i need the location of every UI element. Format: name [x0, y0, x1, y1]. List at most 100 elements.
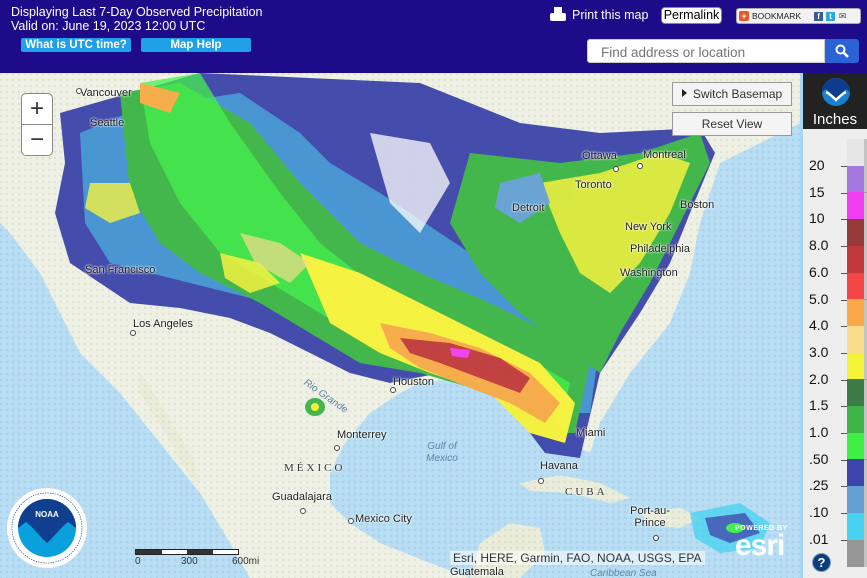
place-label: Montreal — [643, 149, 686, 161]
place-label: Miami — [576, 427, 606, 439]
place-label: Port-au-Prince — [630, 505, 670, 529]
caret-right-icon — [681, 89, 687, 97]
switch-basemap-label: Switch Basemap — [692, 87, 783, 101]
legend-label: .50 — [809, 450, 829, 467]
legend-label: 1.5 — [809, 397, 829, 414]
water-label: Caribbean Sea — [590, 568, 657, 578]
city-marker — [613, 166, 619, 172]
facebook-icon[interactable]: f — [814, 11, 824, 21]
place-label: Guatemala — [450, 566, 504, 578]
zoom-control: + − — [21, 93, 53, 156]
bookmark-button[interactable]: + BOOKMARK f t ✉ — [736, 8, 861, 24]
permalink-button[interactable]: Permalink — [661, 7, 722, 24]
place-label: Mexico City — [355, 513, 412, 525]
map-title: Displaying Last 7-Day Observed Precipita… — [11, 5, 263, 19]
legend-swatch — [847, 192, 867, 220]
esri-wordmark: esri — [735, 529, 785, 562]
zoom-out-button[interactable]: − — [22, 125, 52, 155]
legend-swatch — [847, 459, 867, 487]
svg-text:NOAA: NOAA — [35, 510, 59, 519]
esri-logo[interactable]: POWERED BY esri — [735, 525, 788, 562]
place-label: Monterrey — [337, 429, 387, 441]
legend-swatch — [847, 406, 867, 433]
legend-label: 5.0 — [809, 290, 829, 307]
legend-swatch — [847, 139, 867, 166]
legend-label: 3.0 — [809, 343, 829, 360]
place-label: Boston — [680, 199, 715, 211]
printer-icon — [550, 7, 566, 23]
noaa-logo[interactable]: NOAA — [6, 487, 88, 569]
noaa-small-logo — [822, 78, 850, 106]
legend-label: 15 — [809, 183, 825, 200]
legend-label: 20 — [809, 157, 825, 173]
legend-label: .01 — [809, 530, 829, 547]
city-marker — [538, 478, 544, 484]
city-marker — [300, 508, 306, 514]
water-label: Gulf of Mexico — [426, 441, 458, 464]
place-label: Toronto — [575, 179, 612, 191]
city-marker — [653, 535, 659, 541]
map-help-button[interactable]: Map Help — [141, 38, 251, 52]
place-label: Ottawa — [582, 150, 617, 162]
place-label: Guadalajara — [272, 491, 332, 503]
legend-swatch — [847, 352, 867, 380]
legend-swatch — [847, 539, 867, 567]
city-marker — [130, 330, 136, 336]
twitter-icon[interactable]: t — [826, 11, 836, 21]
city-marker — [637, 163, 643, 169]
scale-label: 0 — [135, 556, 141, 567]
legend-swatch — [847, 432, 867, 460]
legend-swatch — [847, 219, 867, 247]
place-label: San Francisco — [85, 264, 156, 276]
switch-basemap-button[interactable]: Switch Basemap — [672, 82, 792, 106]
legend-swatch — [847, 486, 867, 514]
search-icon — [835, 44, 849, 58]
city-marker — [348, 518, 354, 524]
legend-label: 8.0 — [809, 237, 829, 254]
valid-time: Valid on: June 19, 2023 12:00 UTC — [11, 19, 206, 33]
what-is-utc-button[interactable]: What is UTC time? — [21, 38, 131, 52]
city-marker — [334, 445, 340, 451]
header-bar: Displaying Last 7-Day Observed Precipita… — [0, 0, 867, 73]
place-label: New York — [625, 221, 672, 233]
location-search-input[interactable] — [587, 39, 825, 63]
map-view[interactable]: Vancouver Seattle San Francisco Los Ange… — [0, 73, 800, 578]
legend-label: 6.0 — [809, 263, 829, 280]
place-label: Houston — [393, 376, 434, 388]
reset-view-button[interactable]: Reset View — [672, 112, 792, 136]
legend-label: .10 — [809, 504, 829, 521]
print-map-link[interactable]: Print this map — [550, 7, 648, 23]
place-label: Vancouver — [80, 87, 132, 99]
legend-label: 1.0 — [809, 424, 829, 440]
legend-label: 10 — [809, 210, 825, 227]
addthis-plus-icon: + — [739, 11, 749, 21]
legend-label: 4.0 — [809, 317, 829, 334]
zoom-in-button[interactable]: + — [22, 94, 52, 125]
legend-swatch — [847, 165, 867, 193]
country-label: CUBA — [565, 486, 608, 498]
bookmark-label: BOOKMARK — [752, 11, 802, 21]
place-label: Los Angeles — [133, 318, 193, 330]
print-label: Print this map — [572, 8, 649, 22]
place-label: Havana — [540, 460, 578, 472]
place-label: Seattle — [90, 117, 125, 129]
legend-swatch — [847, 512, 867, 540]
map-attribution: Esri, HERE, Garmin, FAO, NOAA, USGS, EPA — [450, 551, 705, 565]
legend-label: 2.0 — [809, 370, 829, 387]
scale-bar: 0 300 600mi — [135, 549, 275, 567]
email-icon[interactable]: ✉ — [838, 11, 847, 21]
place-label: Detroit — [512, 202, 545, 214]
country-label: MÉXICO — [284, 462, 346, 474]
scale-label: 600mi — [232, 556, 260, 567]
precipitation-legend: Inches 20 15 10 8.0 6.0 5.0 4.0 3.0 2.0 1.5 1.0 .50… — [800, 73, 867, 578]
legend-swatch — [847, 325, 867, 353]
place-label: Philadelphia — [630, 243, 690, 255]
place-label: Washington — [620, 267, 678, 279]
legend-swatch — [847, 299, 867, 327]
help-icon[interactable]: ? — [812, 553, 831, 572]
scale-label: 300 — [181, 556, 198, 567]
legend-swatch — [847, 379, 867, 407]
search-button[interactable] — [825, 39, 859, 63]
legend-swatch — [847, 272, 867, 300]
legend-header: Inches — [803, 73, 867, 129]
